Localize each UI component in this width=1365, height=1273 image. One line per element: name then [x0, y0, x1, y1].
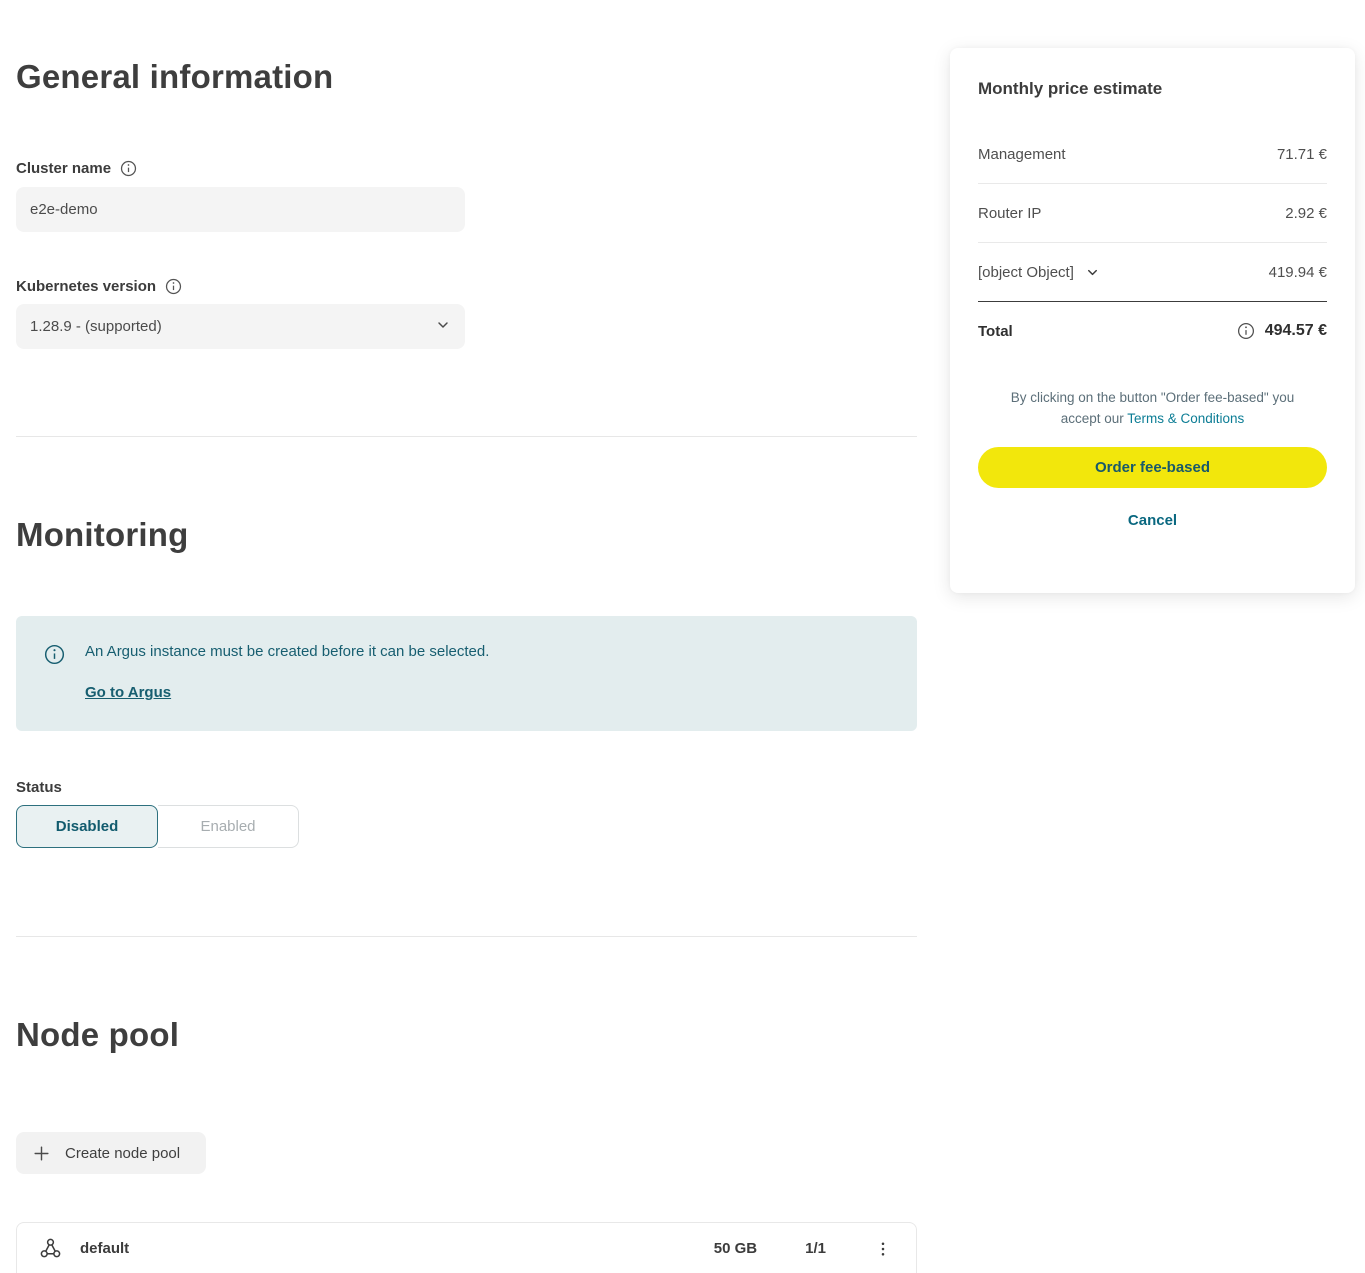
price-row-router-ip: Router IP 2.92 € — [978, 184, 1327, 243]
create-node-pool-button[interactable]: Create node pool — [16, 1132, 206, 1174]
cluster-name-input[interactable] — [16, 187, 465, 232]
price-rows: Management 71.71 € Router IP 2.92 € [obj… — [978, 125, 1327, 360]
price-card-title: Monthly price estimate — [978, 79, 1327, 99]
section-divider — [16, 436, 917, 437]
chevron-down-icon[interactable] — [1085, 265, 1100, 280]
section-divider — [16, 936, 917, 937]
argus-info-alert: An Argus instance must be created before… — [16, 616, 917, 731]
info-icon[interactable] — [165, 278, 182, 295]
kubernetes-version-value: 1.28.9 - (supported) — [30, 318, 162, 335]
price-row-nodepool: [object Object] 419.94 € — [978, 243, 1327, 302]
create-node-pool-label: Create node pool — [65, 1145, 180, 1162]
node-pool-row[interactable]: default 50 GB 1/1 — [16, 1222, 917, 1273]
status-label: Status — [16, 779, 917, 796]
node-pool-name: default — [80, 1240, 714, 1257]
cancel-button[interactable]: Cancel — [1128, 512, 1177, 529]
node-pool-availability: 1/1 — [805, 1240, 826, 1257]
plus-icon — [32, 1144, 51, 1163]
alert-body: An Argus instance must be created before… — [85, 642, 489, 731]
main-column: General information Cluster name Kuberne… — [16, 0, 917, 1273]
go-to-argus-link[interactable]: Go to Argus — [85, 684, 171, 701]
cluster-name-label: Cluster name — [16, 160, 111, 177]
total-label: Total — [978, 323, 1013, 340]
node-pool-icon — [39, 1237, 62, 1260]
status-option-enabled[interactable]: Enabled — [158, 805, 299, 848]
k8s-version-label: Kubernetes version — [16, 278, 156, 295]
price-row-label: [object Object] — [978, 264, 1074, 281]
price-estimate-card: Monthly price estimate Management 71.71 … — [950, 48, 1355, 593]
cluster-name-label-row: Cluster name — [16, 160, 917, 177]
alert-message: An Argus instance must be created before… — [85, 643, 489, 660]
price-row-label: Management — [978, 146, 1066, 163]
node-pool-size: 50 GB — [714, 1240, 757, 1257]
price-total-row: Total 494.57 € — [978, 301, 1327, 360]
status-option-disabled[interactable]: Disabled — [16, 805, 158, 848]
price-row-value: 2.92 € — [1285, 205, 1327, 222]
status-toggle-group: Disabled Enabled — [16, 805, 299, 848]
order-fee-based-button[interactable]: Order fee-based — [978, 447, 1327, 488]
k8s-version-label-row: Kubernetes version — [16, 278, 917, 295]
info-icon — [44, 644, 65, 731]
general-section-title: General information — [16, 58, 917, 96]
price-row-value: 71.71 € — [1277, 146, 1327, 163]
info-icon[interactable] — [1237, 322, 1255, 340]
price-row-value: 419.94 € — [1269, 264, 1327, 281]
chevron-down-icon — [435, 317, 451, 337]
node-pool-section-title: Node pool — [16, 1016, 917, 1054]
info-icon[interactable] — [120, 160, 137, 177]
kubernetes-version-select[interactable]: 1.28.9 - (supported) — [16, 304, 465, 349]
terms-text: By clicking on the button "Order fee-bas… — [993, 387, 1313, 429]
monitoring-section-title: Monitoring — [16, 516, 917, 554]
kebab-menu-icon[interactable] — [874, 1240, 892, 1258]
price-row-management: Management 71.71 € — [978, 125, 1327, 184]
terms-and-conditions-link[interactable]: Terms & Conditions — [1127, 411, 1244, 426]
total-value: 494.57 € — [1265, 322, 1327, 340]
price-row-label: Router IP — [978, 205, 1041, 222]
